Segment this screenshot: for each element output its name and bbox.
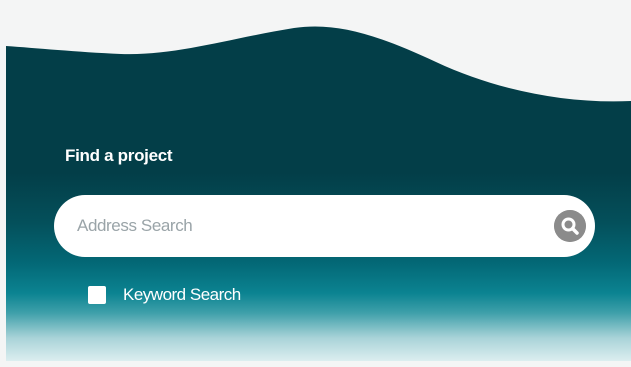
find-project-panel: Find a project Keyword Search [6,8,631,361]
address-search-input[interactable] [77,195,537,257]
search-icon[interactable] [554,210,586,242]
page-frame: Find a project Keyword Search [0,0,631,367]
find-project-heading: Find a project [65,146,173,165]
keyword-search-toggle[interactable]: Keyword Search [88,284,241,306]
keyword-search-label: Keyword Search [123,285,241,304]
keyword-search-checkbox[interactable] [88,286,106,304]
wave-decoration [6,8,631,102]
address-search-bar [54,195,595,257]
